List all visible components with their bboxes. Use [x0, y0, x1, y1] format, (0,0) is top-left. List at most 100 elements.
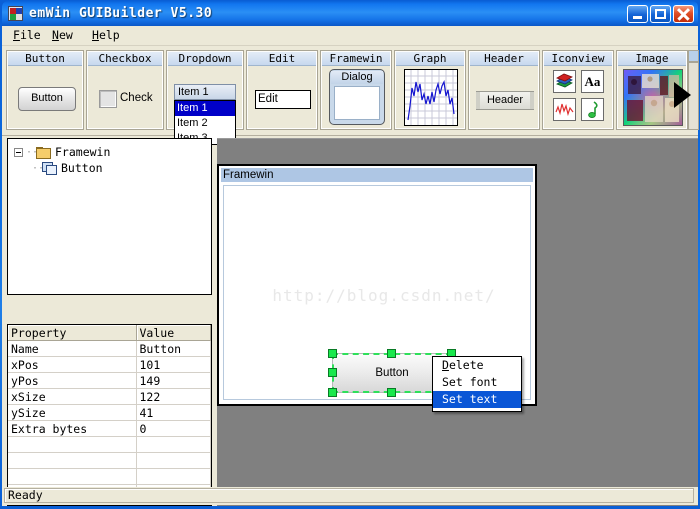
- empty-cell: [8, 468, 137, 485]
- toolbar-group-checkbox-caption: Checkbox: [88, 52, 162, 66]
- widget-tree[interactable]: ·· Framewin ·· Button: [7, 138, 212, 295]
- empty-cell: [136, 468, 211, 485]
- menu-help[interactable]: Help: [86, 28, 126, 43]
- menu-bar: File New Help: [2, 26, 698, 46]
- property-column-header: Property: [8, 325, 137, 341]
- table-row[interactable]: xPos 101: [8, 356, 211, 373]
- collapse-icon[interactable]: [14, 148, 23, 157]
- property-value-cell[interactable]: 0: [136, 420, 211, 437]
- toolbar-group-iconview[interactable]: Iconview Aa: [542, 50, 614, 130]
- minimize-icon: [633, 16, 642, 19]
- sample-edit-widget[interactable]: Edit: [255, 90, 311, 109]
- value-column-header: Value: [136, 325, 211, 341]
- window-title: emWin GUIBuilder V5.30: [29, 6, 213, 21]
- graph-icon: [405, 70, 457, 125]
- context-menu-item-delete[interactable]: Delete: [433, 357, 521, 374]
- toolbar-group-header-body: Header: [470, 66, 538, 128]
- toolbar-group-button-body: Button: [8, 66, 82, 128]
- menu-file[interactable]: File: [7, 28, 47, 43]
- table-row[interactable]: yPos 149: [8, 372, 211, 389]
- table-row[interactable]: xSize 122: [8, 388, 211, 405]
- design-canvas[interactable]: Framewin http://blog.csdn.net/ Button De…: [217, 138, 698, 506]
- sample-dropdown-selected[interactable]: Item 1: [174, 84, 236, 100]
- resize-handle-top-left[interactable]: [328, 349, 337, 358]
- property-value-cell[interactable]: 122: [136, 388, 211, 405]
- toolbar-group-graph-body: [396, 66, 464, 128]
- toolbar-group-iconview-body: Aa: [544, 66, 612, 128]
- text-aa-icon[interactable]: Aa: [581, 70, 604, 93]
- toolbar-group-graph-caption: Graph: [396, 52, 464, 66]
- books-icon-glyph: [556, 73, 573, 88]
- resize-handle-bottom-left[interactable]: [328, 388, 337, 397]
- property-grid[interactable]: Property Value Name Button xPos 101 yPos 14…: [7, 324, 212, 506]
- toolbar-group-dropdown-caption: Dropdown: [168, 52, 242, 66]
- resize-handle-top-center[interactable]: [387, 349, 396, 358]
- property-name-cell: ySize: [8, 404, 137, 421]
- waveform-icon-glyph: [555, 103, 574, 117]
- title-bar: emWin GUIBuilder V5.30: [2, 1, 698, 26]
- close-button[interactable]: [673, 5, 694, 23]
- toolbar-group-edit-caption: Edit: [248, 52, 316, 66]
- table-row-empty[interactable]: [8, 452, 211, 469]
- toolbar-group-image-caption: Image: [618, 52, 686, 66]
- menu-help-rest: elp: [98, 28, 120, 42]
- property-value-cell[interactable]: 101: [136, 356, 211, 373]
- table-row[interactable]: ySize 41: [8, 404, 211, 421]
- toolbar-group-edit-body: Edit: [248, 66, 316, 128]
- empty-cell: [136, 452, 211, 469]
- empty-cell: [8, 452, 137, 469]
- music-note-icon[interactable]: [581, 98, 604, 121]
- tree-dots-child: ··: [32, 163, 45, 174]
- toolbar-group-header[interactable]: Header Header: [468, 50, 540, 130]
- folder-icon: [36, 146, 51, 159]
- sample-button-widget[interactable]: Button: [18, 87, 76, 111]
- empty-cell: [8, 436, 137, 453]
- property-value-cell[interactable]: Button: [136, 340, 211, 357]
- context-menu-item-delete-rest: elete: [448, 358, 484, 372]
- scroll-right-arrow-icon[interactable]: [674, 82, 691, 108]
- toolbar-group-header-caption: Header: [470, 52, 538, 66]
- books-icon[interactable]: [553, 70, 576, 93]
- menu-file-rest: ile: [19, 28, 41, 42]
- toolbar-group-edit[interactable]: Edit Edit: [246, 50, 318, 130]
- sample-framewin-widget[interactable]: Dialog: [329, 69, 385, 125]
- context-menu-item-set-text[interactable]: Set text: [433, 391, 521, 408]
- property-name-cell: Extra bytes: [8, 420, 137, 437]
- table-row[interactable]: Name Button: [8, 340, 211, 357]
- toolbar-group-button[interactable]: Button Button: [6, 50, 84, 130]
- tree-node-framewin[interactable]: ·· Framewin: [14, 145, 110, 160]
- status-text: Ready: [4, 488, 694, 503]
- toolbar-scrollbar-thumb[interactable]: [688, 50, 699, 62]
- toolbar-group-dropdown[interactable]: Dropdown Item 1 Item 1 Item 2 Item 3: [166, 50, 244, 145]
- toolbar-group-framewin-caption: Framewin: [322, 52, 390, 66]
- toolbar-group-iconview-caption: Iconview: [544, 52, 612, 66]
- maximize-button[interactable]: [650, 5, 671, 23]
- sample-checkbox-box[interactable]: [99, 90, 117, 108]
- sample-header-widget[interactable]: Header: [476, 91, 534, 110]
- tree-dots: ··: [26, 147, 39, 158]
- resize-handle-bottom-center[interactable]: [387, 388, 396, 397]
- toolbar-group-framewin[interactable]: Framewin Dialog: [320, 50, 392, 130]
- context-menu[interactable]: Delete Set font Set text: [432, 356, 522, 412]
- minimize-button[interactable]: [627, 5, 648, 23]
- toolbar-group-graph[interactable]: Graph: [394, 50, 466, 130]
- property-value-cell[interactable]: 149: [136, 372, 211, 389]
- resize-handle-middle-left[interactable]: [328, 368, 337, 377]
- table-row-empty[interactable]: [8, 468, 211, 485]
- menu-new[interactable]: New: [46, 28, 79, 43]
- toolbar-group-framewin-body: Dialog: [322, 66, 390, 128]
- table-row[interactable]: Extra bytes 0: [8, 420, 211, 437]
- widget-toolbar: Button Button Checkbox Check Dropdown It…: [2, 46, 699, 145]
- dropdown-option-2[interactable]: Item 2: [175, 116, 235, 131]
- property-value-cell[interactable]: 41: [136, 404, 211, 421]
- tree-node-button[interactable]: ·· Button: [32, 161, 103, 176]
- sample-graph-widget[interactable]: [404, 69, 458, 126]
- dropdown-option-1[interactable]: Item 1: [175, 101, 235, 116]
- waveform-icon[interactable]: [553, 98, 576, 121]
- table-row-empty[interactable]: [8, 436, 211, 453]
- property-name-cell: xPos: [8, 356, 137, 373]
- watermark-text: http://blog.csdn.net/: [272, 286, 496, 305]
- context-menu-item-set-font[interactable]: Set font: [433, 374, 521, 391]
- toolbar-group-button-caption: Button: [8, 52, 82, 66]
- toolbar-group-checkbox[interactable]: Checkbox Check: [86, 50, 164, 130]
